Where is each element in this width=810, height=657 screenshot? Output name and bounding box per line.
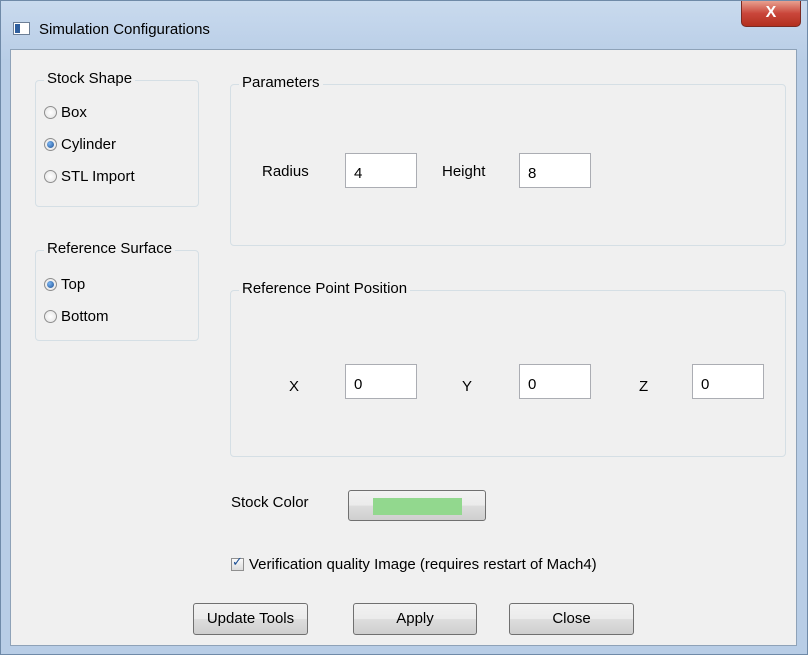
radio-box-button[interactable] xyxy=(44,106,57,119)
radio-cylinder-button[interactable] xyxy=(44,138,57,151)
height-input[interactable] xyxy=(519,153,591,188)
dialog-client-area: Stock Shape Box Cylinder STL Import Refe… xyxy=(10,49,797,646)
stock-shape-group: Stock Shape Box Cylinder STL Import xyxy=(35,70,199,207)
stock-color-swatch xyxy=(373,498,462,515)
z-input[interactable] xyxy=(692,364,764,399)
verification-checkbox-row[interactable]: Verification quality Image (requires res… xyxy=(231,555,597,573)
app-icon xyxy=(13,22,30,35)
reference-point-title: Reference Point Position xyxy=(239,280,411,297)
apply-button[interactable]: Apply xyxy=(353,603,477,635)
parameters-group: Parameters Radius Height xyxy=(230,74,786,246)
window-title: Simulation Configurations xyxy=(39,21,210,38)
close-window-button[interactable]: X xyxy=(741,1,801,27)
radio-bottom[interactable]: Bottom xyxy=(44,308,109,325)
radio-top-button[interactable] xyxy=(44,278,57,291)
stock-shape-title: Stock Shape xyxy=(44,70,136,87)
radio-cylinder[interactable]: Cylinder xyxy=(44,136,116,153)
dialog-window: Simulation Configurations X Stock Shape … xyxy=(0,0,808,655)
y-input[interactable] xyxy=(519,364,591,399)
radio-stl-import-label: STL Import xyxy=(61,168,135,185)
stock-color-label: Stock Color xyxy=(231,494,309,511)
height-label: Height xyxy=(442,163,486,180)
title-bar[interactable]: Simulation Configurations X xyxy=(1,1,807,39)
radius-input[interactable] xyxy=(345,153,417,188)
reference-point-group: Reference Point Position X Y Z xyxy=(230,280,786,457)
verification-label: Verification quality Image (requires res… xyxy=(249,556,597,573)
x-input[interactable] xyxy=(345,364,417,399)
radio-top[interactable]: Top xyxy=(44,276,85,293)
verification-checkbox[interactable] xyxy=(231,555,244,571)
radio-bottom-button[interactable] xyxy=(44,310,57,323)
radio-stl-import-button[interactable] xyxy=(44,170,57,183)
y-label: Y xyxy=(462,378,473,395)
update-tools-button[interactable]: Update Tools xyxy=(193,603,308,635)
radio-top-label: Top xyxy=(61,276,86,293)
radius-label: Radius xyxy=(262,163,309,180)
radio-bottom-label: Bottom xyxy=(61,308,109,325)
radio-box[interactable]: Box xyxy=(44,104,87,121)
radio-box-label: Box xyxy=(61,104,87,121)
radio-cylinder-label: Cylinder xyxy=(61,136,117,153)
radio-stl-import[interactable]: STL Import xyxy=(44,168,135,185)
reference-surface-group: Reference Surface Top Bottom xyxy=(35,240,199,341)
z-label: Z xyxy=(639,378,649,395)
reference-surface-title: Reference Surface xyxy=(44,240,176,257)
stock-color-button[interactable] xyxy=(348,490,486,521)
parameters-title: Parameters xyxy=(239,74,323,91)
close-button[interactable]: Close xyxy=(509,603,634,635)
x-label: X xyxy=(289,378,300,395)
